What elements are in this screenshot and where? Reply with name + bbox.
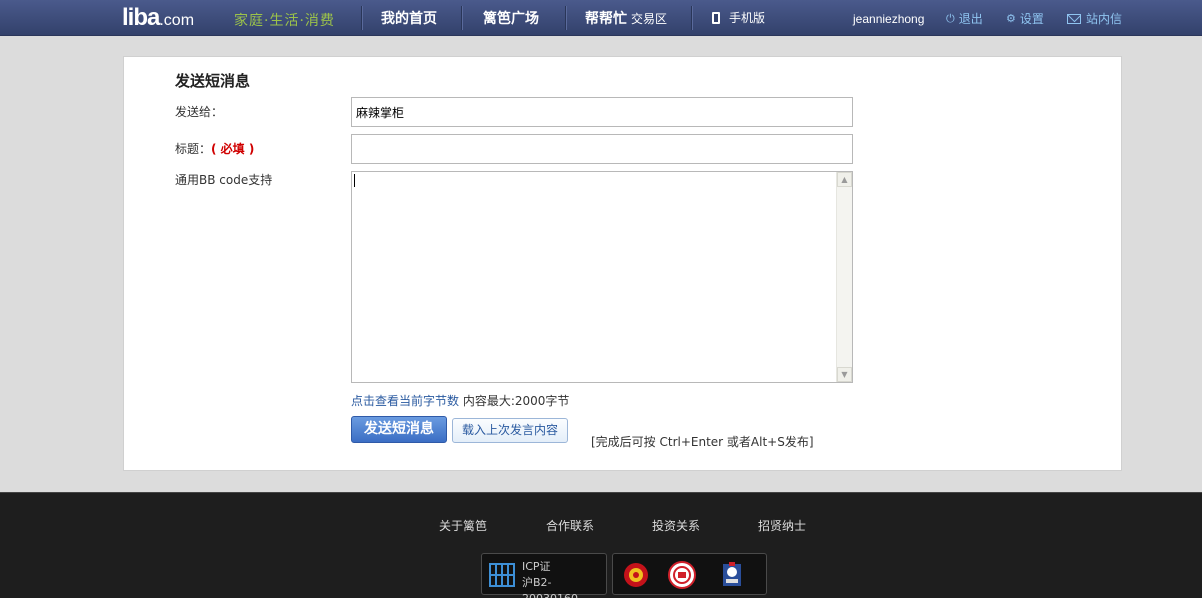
required-marker: ( 必填 ) [211,142,255,156]
bbcode-label: 通用BB code支持 [175,173,273,187]
settings-link[interactable]: ⚙ 设置 [1006,10,1044,27]
message-form-card: 发送短消息 发送给： 标题：( 必填 ) 通用BB code支持 ▲ ▼ 点击查… [123,56,1122,471]
nav-divider [691,6,692,30]
logout-label: 退出 [958,12,983,26]
nav-help-label: 帮帮忙 [585,11,627,27]
textarea-scrollbar[interactable]: ▲ ▼ [836,172,852,382]
inbox-label: 站内信 [1086,12,1123,26]
nav-divider [461,6,462,30]
nav-liba-square[interactable]: 篱笆广场 [483,8,539,28]
site-slogan: 家庭·生活·消费 [234,13,335,29]
nav-divider [565,6,566,30]
nav-mobile-label: 手机版 [729,11,766,25]
scroll-up-arrow-icon[interactable]: ▲ [837,172,852,187]
nav-my-home[interactable]: 我的首页 [381,8,437,28]
footer-link-about[interactable]: 关于篱笆 [439,517,487,534]
icp-text: ICP证 沪B2-20030160 [522,559,606,598]
subject-label-text: 标题： [175,142,212,156]
text-caret [354,174,355,187]
gear-icon: ⚙ [1006,12,1016,25]
nav-trade-sub: 交易区 [631,12,668,26]
nav-divider [361,6,362,30]
logout-link[interactable]: ⏻ 退出 [946,10,983,27]
nav-mobile[interactable]: 手机版 [712,9,765,26]
icp-number: 沪B2-20030160 [522,576,578,598]
icp-badge[interactable]: ICP证 沪B2-20030160 [481,553,607,598]
message-body-wrapper: ▲ ▼ [351,171,853,383]
certification-badges [612,553,767,595]
envelope-icon [1067,13,1081,24]
icp-title: ICP证 [522,560,551,573]
footer: 关于篱笆 合作联系 投资关系 招贤纳士 ICP证 沪B2-20030160 [0,492,1202,598]
load-last-post-button[interactable]: 载入上次发言内容 [452,418,568,443]
site-logo[interactable]: liba .com [122,6,194,30]
check-byte-count-link[interactable]: 点击查看当前字节数 [351,394,459,408]
byte-counter: 点击查看当前字节数 内容最大:2000字节 [351,392,569,409]
recipient-label: 发送给： [175,105,224,119]
logo-domain-text: .com [159,12,195,29]
page-title: 发送短消息 [175,72,251,90]
power-icon: ⏻ [946,11,955,25]
subject-label: 标题：( 必填 ) [175,140,254,157]
police-emblem-icon[interactable] [621,560,651,590]
phone-icon [712,11,720,24]
shortcut-hint: [完成后可按 Ctrl+Enter 或者Alt+S发布] [591,435,814,449]
footer-link-contact[interactable]: 合作联系 [546,517,594,534]
settings-label: 设置 [1019,12,1044,26]
max-size-text: 内容最大:2000字节 [462,394,570,408]
footer-link-careers[interactable]: 招贤纳士 [758,517,806,534]
recipient-input[interactable] [351,97,853,127]
username-link[interactable]: jeanniezhong [853,12,924,26]
message-body-textarea[interactable] [352,172,836,382]
icp-emblem-icon [489,563,515,587]
subject-input[interactable] [351,134,853,164]
logo-main-text: liba [122,4,160,31]
cyber-police-icon[interactable] [717,560,747,590]
nav-help-trade[interactable]: 帮帮忙 交易区 [585,8,667,28]
commerce-seal-icon[interactable] [667,560,697,590]
top-nav-bar: liba .com 家庭·生活·消费 我的首页 篱笆广场 帮帮忙 交易区 手机版 … [0,0,1202,36]
scroll-down-arrow-icon[interactable]: ▼ [837,367,852,382]
send-message-button[interactable]: 发送短消息 [351,416,447,443]
footer-link-investor[interactable]: 投资关系 [652,517,700,534]
inbox-link[interactable]: 站内信 [1067,10,1122,27]
